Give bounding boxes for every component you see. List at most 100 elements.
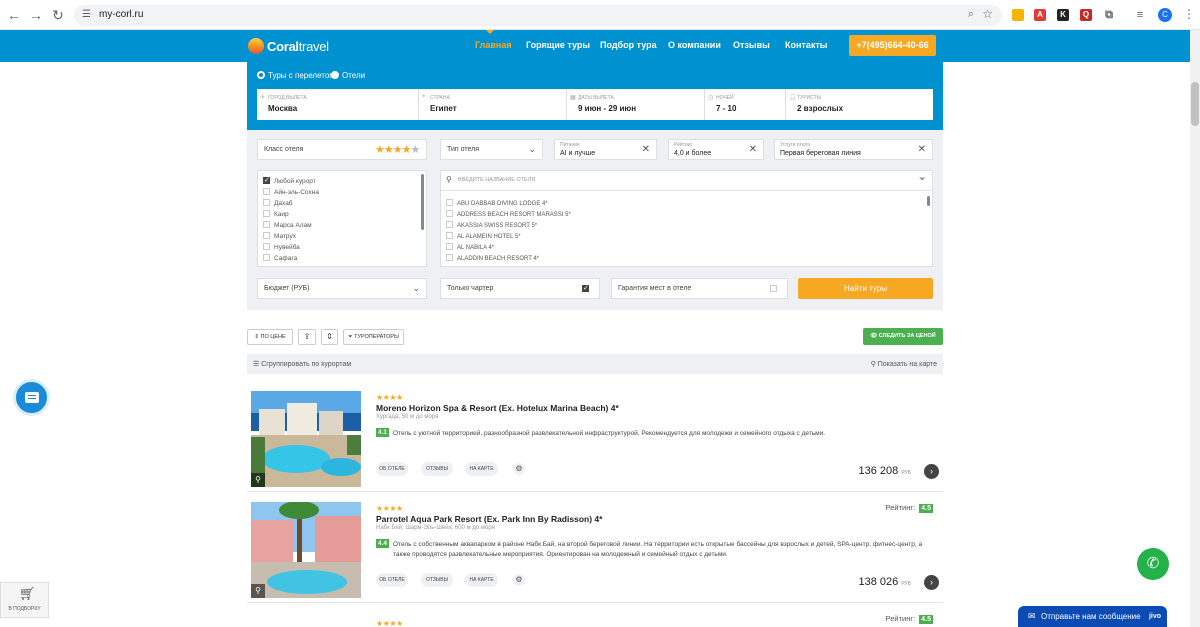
- sort-toggle-button[interactable]: ⇕: [321, 329, 338, 345]
- hotel-type-select[interactable]: Тип отеля ⌄: [440, 139, 543, 160]
- checkbox[interactable]: [446, 210, 453, 217]
- hotel-photo[interactable]: ⚲: [251, 391, 361, 487]
- menu-hot-tours[interactable]: Горящие туры: [526, 40, 590, 50]
- checkbox[interactable]: [446, 221, 453, 228]
- find-tours-button[interactable]: Найти туры: [798, 278, 933, 299]
- menu-about[interactable]: О компании: [668, 40, 721, 50]
- hotel-item[interactable]: AKASSIA SWISS RESORT 5*: [446, 221, 537, 229]
- menu-reviews[interactable]: Отзывы: [733, 40, 770, 50]
- checkbox[interactable]: [263, 221, 270, 228]
- gear-icon[interactable]: ⚙: [513, 463, 525, 475]
- checkbox-checked[interactable]: [263, 176, 270, 184]
- show-on-map-link[interactable]: ⚲ Показать на карте: [871, 360, 937, 368]
- browser-menu-icon[interactable]: ⋮: [1183, 7, 1195, 21]
- extensions-puzzle-icon[interactable]: ⧉: [1103, 9, 1115, 21]
- jivo-chat-bar[interactable]: ✉ Отправьте нам сообщение jivo: [1018, 606, 1167, 627]
- radio-tours-with-flight[interactable]: Туры с перелетом: [257, 71, 335, 80]
- filter-icon[interactable]: ⏷: [919, 174, 926, 185]
- bookmark-star-icon[interactable]: ☆: [982, 7, 993, 21]
- checkbox[interactable]: [263, 254, 270, 261]
- checkbox[interactable]: [446, 243, 453, 250]
- rating-filter[interactable]: Рейтинг 4,0 и более ✕: [668, 139, 764, 160]
- menu-contacts[interactable]: Контакты: [785, 40, 827, 50]
- checkbox[interactable]: [446, 254, 453, 261]
- chevron-right-icon[interactable]: ›: [924, 575, 939, 590]
- checkbox[interactable]: [446, 199, 453, 206]
- nights-field[interactable]: ◷ Ночей 7 - 10: [705, 89, 786, 120]
- checkbox[interactable]: [263, 199, 270, 206]
- address-bar[interactable]: ☰ my-corl.ru ⌕ ☆: [74, 5, 1002, 26]
- checkbox[interactable]: [263, 243, 270, 250]
- clear-icon[interactable]: ✕: [918, 144, 926, 155]
- menu-home[interactable]: Главная: [475, 40, 512, 50]
- site-info-icon[interactable]: ☰: [82, 9, 94, 21]
- gear-icon[interactable]: ⚙: [513, 574, 525, 586]
- meal-filter[interactable]: Питание AI и лучше ✕: [554, 139, 657, 160]
- resort-item[interactable]: Нувейба: [263, 243, 300, 251]
- call-button[interactable]: ✆: [1137, 548, 1169, 580]
- tour-operators-button[interactable]: ⏷ ТУРОПЕРАТОРЫ: [343, 329, 404, 345]
- hotel-class-filter[interactable]: Класс отеля ★★★★★: [257, 139, 427, 160]
- hotel-item[interactable]: ADDRESS BEACH RESORT MARASSI 5*: [446, 210, 571, 218]
- resort-item[interactable]: Айн-эль-Сохна: [263, 188, 319, 196]
- chevron-right-icon[interactable]: ›: [924, 464, 939, 479]
- reviews-button[interactable]: ОТЗЫВЫ: [421, 573, 453, 587]
- phone-button[interactable]: +7(495)664-40-66: [849, 35, 936, 56]
- resort-item[interactable]: Марса Алам: [263, 221, 312, 229]
- sort-by-price-button[interactable]: ⇕ ПО ЦЕНЕ: [247, 329, 293, 345]
- checkbox-checked[interactable]: [582, 284, 589, 292]
- dates-field[interactable]: ▦ Даты вылета 9 июн - 29 июн: [567, 89, 705, 120]
- resort-item[interactable]: Сафага: [263, 254, 297, 262]
- checkbox[interactable]: [263, 188, 270, 195]
- resort-item[interactable]: Каир: [263, 210, 289, 218]
- zoom-photo-icon[interactable]: ⚲: [251, 473, 265, 487]
- on-map-button[interactable]: НА КАРТЕ: [465, 573, 498, 587]
- selection-cart[interactable]: 🛒︎ В ПОДБОРКУ: [0, 582, 49, 618]
- about-hotel-button[interactable]: ОБ ОТЕЛЕ: [376, 573, 408, 587]
- hotel-search-input[interactable]: ⚲ Введите название отеля ⏷: [441, 171, 932, 191]
- back-icon[interactable]: ←: [6, 7, 22, 23]
- checkbox[interactable]: [770, 285, 777, 292]
- zoom-photo-icon[interactable]: ⚲: [251, 584, 265, 598]
- menu-tour-selection[interactable]: Подбор тура: [600, 40, 657, 50]
- follow-price-button[interactable]: 👁︎ СЛЕДИТЬ ЗА ЦЕНОЙ: [863, 328, 943, 345]
- departure-city-field[interactable]: ✈ Город вылета Москва: [257, 89, 419, 120]
- pdf-extension-icon[interactable]: A: [1034, 9, 1046, 21]
- tourists-field[interactable]: 👤︎ Туристы 2 взрослых: [786, 89, 933, 120]
- hotel-name[interactable]: Moreno Horizon Spa & Resort (Ex. Hotelux…: [376, 403, 619, 413]
- checkbox[interactable]: [263, 210, 270, 217]
- hotel-services-filter[interactable]: Услуги отеля Первая береговая линия ✕: [774, 139, 933, 160]
- hotel-item[interactable]: AL ALAMEIN HOTEL 5*: [446, 232, 521, 240]
- radio-hotels[interactable]: Отели: [331, 71, 365, 80]
- charter-only-checkbox[interactable]: Только чартер: [440, 278, 600, 299]
- about-hotel-button[interactable]: ОБ ОТЕЛЕ: [376, 462, 408, 476]
- clear-icon[interactable]: ✕: [642, 144, 650, 155]
- country-field[interactable]: ⌖ Страна Египет: [419, 89, 567, 120]
- hotel-name[interactable]: Parrotel Aqua Park Resort (Ex. Park Inn …: [376, 514, 602, 524]
- scroll-thumb[interactable]: [1191, 82, 1199, 126]
- resort-item[interactable]: Любой курорт: [263, 176, 316, 185]
- hotel-photo[interactable]: ⚲: [251, 502, 361, 598]
- group-by-resorts-toggle[interactable]: ☰ Сгруппировать по курортам: [253, 360, 351, 368]
- q-extension-icon[interactable]: Q: [1080, 9, 1092, 21]
- reviews-button[interactable]: ОТЗЫВЫ: [421, 462, 453, 476]
- on-map-button[interactable]: НА КАРТЕ: [465, 462, 498, 476]
- profile-avatar[interactable]: C: [1158, 8, 1172, 22]
- zoom-icon[interactable]: ⌕: [968, 8, 974, 21]
- hotel-class-stars[interactable]: ★★★★★: [375, 143, 420, 156]
- checkbox[interactable]: [263, 232, 270, 239]
- checkbox[interactable]: [446, 232, 453, 239]
- guarantee-checkbox[interactable]: Гарантия мест в отеле: [611, 278, 788, 299]
- forward-icon[interactable]: →: [28, 7, 44, 23]
- resort-item[interactable]: Матрух: [263, 232, 296, 240]
- url-text[interactable]: my-corl.ru: [99, 9, 143, 20]
- k-extension-icon[interactable]: K: [1057, 9, 1069, 21]
- reload-icon[interactable]: ↻: [50, 7, 66, 23]
- reading-list-icon[interactable]: ≡: [1134, 9, 1146, 21]
- hotel-item[interactable]: ALADDIN BEACH RESORT 4*: [446, 254, 539, 262]
- chat-widget-button[interactable]: [13, 379, 50, 416]
- page-scrollbar[interactable]: [1190, 30, 1200, 627]
- share-button[interactable]: ⇪: [298, 329, 316, 345]
- hotel-item[interactable]: AL NABILA 4*: [446, 243, 494, 251]
- resort-list-scrollbar[interactable]: [421, 174, 424, 230]
